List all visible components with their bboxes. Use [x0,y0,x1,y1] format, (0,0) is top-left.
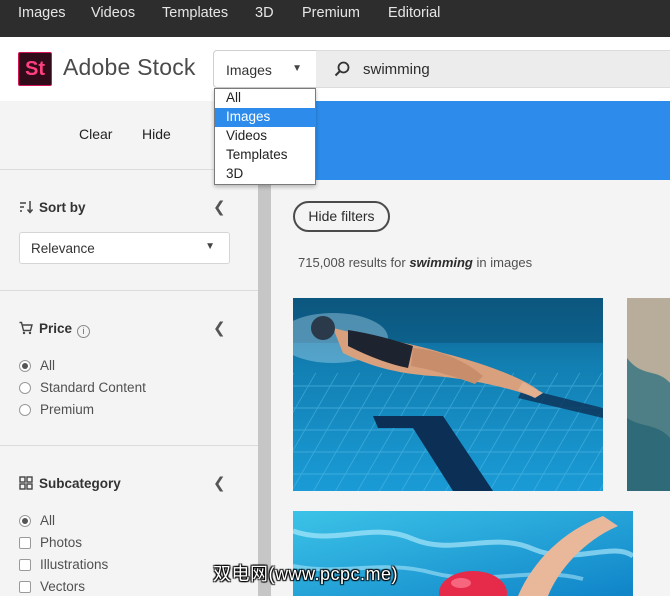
nav-templates[interactable]: Templates [162,5,228,21]
adobe-stock-logo-icon[interactable]: St [18,52,52,86]
option-label: Vectors [40,579,86,594]
results-count: 715,008 results for [298,255,406,270]
divider [0,290,258,291]
dropdown-option-all[interactable]: All [215,89,315,108]
subcategory-title: Subcategory [39,476,121,491]
nav-images[interactable]: Images [18,5,66,21]
result-thumbnail[interactable] [293,298,603,491]
hide-filters-button[interactable]: Hide filters [293,201,390,232]
content-type-select[interactable]: Images ▼ [213,50,317,88]
clear-button[interactable]: Clear [79,126,112,142]
cart-icon [19,321,33,335]
logo-mark: St [25,57,45,80]
search-icon [334,61,350,77]
results-summary: 715,008 results for swimming in images [298,255,532,270]
info-icon[interactable]: i [77,325,91,338]
option-label: Photos [40,535,83,550]
chevron-left-icon[interactable]: ❮ [213,319,226,337]
dropdown-option-videos[interactable]: Videos [215,127,315,146]
watermark-text: 双电网(www.pcpc.me) [213,564,399,584]
results-query: swimming [409,255,473,270]
results-scope: in images [476,255,533,270]
radio-button[interactable] [19,514,31,527]
nav-3d[interactable]: 3D [255,5,274,21]
price-option-premium[interactable]: Premium [19,402,94,417]
checkbox[interactable] [19,536,31,549]
option-label: All [40,513,56,528]
price-title: Price i [39,321,91,338]
nav-editorial[interactable]: Editorial [388,5,440,21]
sort-select[interactable]: Relevance ▼ [19,232,230,264]
dropdown-option-templates[interactable]: Templates [215,146,315,165]
dropdown-option-images[interactable]: Images [215,108,315,127]
option-label: Standard Content [40,380,146,395]
dropdown-option-3d[interactable]: 3D [215,165,315,184]
radio-button[interactable] [19,359,31,372]
price-option-standard[interactable]: Standard Content [19,380,146,395]
chevron-down-icon: ▼ [292,63,302,74]
grid-icon [19,476,33,490]
logo-text[interactable]: Adobe Stock [63,54,196,81]
search-input[interactable]: swimming [316,50,670,88]
sort-value: Relevance [31,241,95,256]
sort-by-title: Sort by [39,200,86,215]
price-option-all[interactable]: All [19,358,55,373]
option-label: Illustrations [40,557,109,572]
pool-edge-image [627,298,670,491]
option-label: All [40,358,56,373]
divider [0,445,258,446]
search-query: swimming [363,61,430,78]
radio-button[interactable] [19,381,31,394]
header: St Adobe Stock Images ▼ swimming [0,37,670,101]
radio-button[interactable] [19,403,31,416]
checkbox[interactable] [19,580,31,593]
subcategory-option-vectors[interactable]: Vectors [19,579,85,594]
result-thumbnail[interactable] [627,298,670,491]
swimmer-underwater-image [293,298,603,491]
promo-banner [272,101,670,180]
hide-button[interactable]: Hide [142,126,171,142]
gap [633,511,670,596]
chevron-down-icon: ▼ [205,241,215,252]
top-nav: Images Videos Templates 3D Premium Edito… [0,0,670,37]
chevron-left-icon[interactable]: ❮ [213,198,226,216]
sort-icon [20,201,33,214]
subcategory-option-all[interactable]: All [19,513,55,528]
sidebar-scrollbar[interactable] [258,170,271,596]
content-type-value: Images [226,62,272,78]
content-type-dropdown: All Images Videos Templates 3D [214,88,316,185]
nav-videos[interactable]: Videos [91,5,135,21]
chevron-left-icon[interactable]: ❮ [213,474,226,492]
subcategory-option-illustrations[interactable]: Illustrations [19,557,108,572]
subcategory-option-photos[interactable]: Photos [19,535,82,550]
option-label: Premium [40,402,95,417]
checkbox[interactable] [19,558,31,571]
nav-premium[interactable]: Premium [302,5,360,21]
price-title-text: Price [39,321,73,336]
